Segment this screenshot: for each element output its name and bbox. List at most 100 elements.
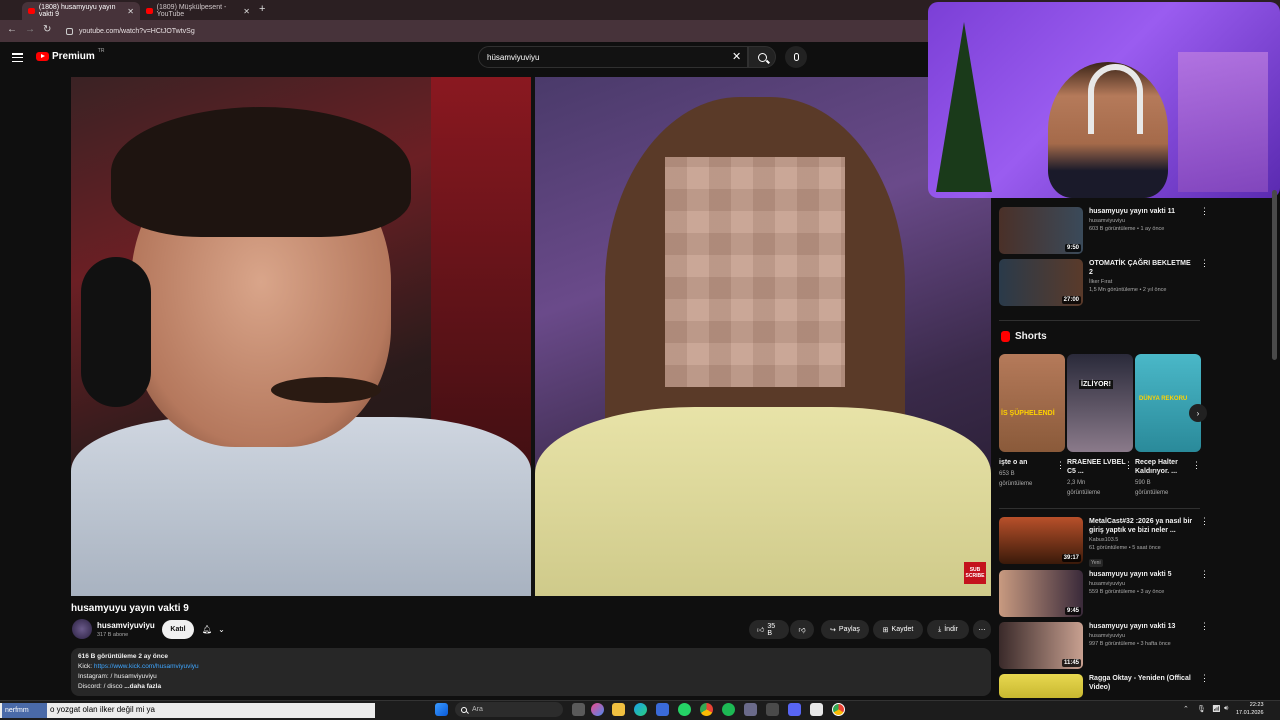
more-icon[interactable]: ⋮ (1200, 570, 1209, 617)
search-button[interactable] (748, 46, 776, 68)
share-button[interactable]: ↪ Paylaş (821, 620, 869, 639)
download-button[interactable]: ⤓ İndir (927, 620, 969, 639)
save-button[interactable]: ⊞ Kaydet (873, 620, 923, 639)
discord-line: Discord: / disco ...daha fazla (78, 683, 161, 690)
short-item[interactable]: İZLİYOR! RRAENEE LVBEL C5 ... 2,3 Mn gör… (1067, 354, 1133, 498)
more-icon[interactable]: ⋮ (1124, 460, 1133, 471)
subscribe-overlay[interactable]: SUB SCRIBE (964, 562, 986, 584)
recommendation-item[interactable]: 9:50 husamyuyu yayın vakti 11 husamviyuv… (999, 207, 1209, 254)
thumbnail[interactable]: 11:45 (999, 622, 1083, 669)
store-icon[interactable] (656, 703, 669, 716)
recommendation-item[interactable]: 27:00 OTOMATİK ÇAĞRI BEKLETME 2 İlker Fı… (999, 259, 1209, 306)
show-more-link[interactable]: ...daha fazla (124, 683, 161, 690)
menu-icon[interactable] (12, 53, 23, 62)
spotify-icon[interactable] (722, 703, 735, 716)
chrome-active-icon[interactable] (832, 703, 845, 716)
channel-name[interactable]: husamviyuviyu (97, 621, 155, 630)
more-icon[interactable]: ⋮ (1192, 460, 1201, 471)
recommendation-item[interactable]: 39:17 MetalCast#32 :2026 ya nasıl bir gi… (999, 517, 1209, 569)
youtube-premium-logo[interactable]: Premium TR (36, 48, 104, 62)
short-thumbnail[interactable]: İZLİYOR! (1067, 354, 1133, 452)
more-icon[interactable]: ⋮ (1056, 460, 1065, 471)
windows-start-icon[interactable] (435, 703, 448, 716)
settings-icon[interactable] (744, 703, 757, 716)
browser-tab[interactable]: (1809) Müşkülpesent - YouTube ✕ (140, 2, 256, 20)
tray-chevron-icon[interactable]: ⌃ (1183, 705, 1189, 713)
discord-icon[interactable] (788, 703, 801, 716)
mic-tray-icon[interactable]: 🎙︎ (1197, 705, 1206, 713)
forward-icon[interactable]: → (25, 24, 35, 35)
url-field[interactable]: youtube.com/watch?v=HCtJOTwtvSg (66, 24, 926, 38)
rec-channel[interactable]: husamviyuviyu (1089, 218, 1194, 224)
short-thumbnail[interactable]: DÜNYA REKORU (1135, 354, 1201, 452)
browser-tab-active[interactable]: (1808) husamyuyu yayın vakti 9 ✕ (22, 2, 140, 20)
notification-button[interactable]: 🔔︎ ⌄ (198, 620, 232, 639)
volume-icon[interactable]: 🔊︎ (1224, 705, 1228, 713)
app-icon[interactable] (766, 703, 779, 716)
instagram-line[interactable]: Instagram: / husamviyuviyu (78, 673, 157, 680)
clear-search-icon[interactable]: ✕ (732, 50, 741, 63)
close-tab-icon[interactable]: ✕ (127, 7, 134, 16)
rec-info: Ragga Oktay - Yeniden (Offical Video) (1089, 674, 1194, 698)
more-icon[interactable]: ⋮ (1200, 622, 1209, 669)
channel-avatar[interactable] (72, 619, 92, 639)
discord-text[interactable]: Discord: / disco (78, 683, 122, 690)
join-button[interactable]: Katıl (162, 620, 194, 639)
voice-search-button[interactable] (785, 46, 807, 68)
rec-title[interactable]: OTOMATİK ÇAĞRI BEKLETME 2 (1089, 259, 1194, 277)
like-button[interactable]: 👍︎ 35 B (749, 620, 789, 639)
task-view-icon[interactable] (572, 703, 585, 716)
thumbnail[interactable]: 27:00 (999, 259, 1083, 306)
short-thumbnail[interactable]: İS ŞÜPHELENDİ (999, 354, 1065, 452)
back-icon[interactable]: ← (7, 24, 17, 35)
file-explorer-icon[interactable] (612, 703, 625, 716)
rec-title[interactable]: MetalCast#32 :2026 ya nasıl bir giriş ya… (1089, 517, 1194, 535)
scrollbar[interactable] (1272, 190, 1277, 360)
obs-icon[interactable] (810, 703, 823, 716)
thumbnail[interactable]: 9:45 (999, 570, 1083, 617)
thumbnail[interactable]: 39:17 (999, 517, 1083, 564)
rec-channel[interactable]: İlker Fırat (1089, 279, 1194, 285)
webcam-overlay (928, 2, 1280, 198)
rec-title[interactable]: Ragga Oktay - Yeniden (Offical Video) (1089, 674, 1194, 692)
reload-icon[interactable]: ↻ (43, 24, 51, 35)
recommendation-item[interactable]: Ragga Oktay - Yeniden (Offical Video) ⋮ (999, 674, 1209, 698)
new-tab-icon[interactable]: + (259, 3, 265, 15)
rec-title[interactable]: husamyuyu yayın vakti 13 (1089, 622, 1194, 631)
video-player[interactable]: SUB SCRIBE (71, 77, 991, 596)
short-views-label: görüntüleme (1135, 490, 1169, 496)
shorts-next-icon[interactable]: › (1189, 404, 1207, 422)
more-icon[interactable]: ⋮ (1200, 207, 1209, 254)
wifi-icon[interactable]: 📶︎ (1212, 705, 1221, 713)
recommendation-item[interactable]: 11:45 husamyuyu yayın vakti 13 husamviyu… (999, 622, 1209, 669)
more-icon[interactable]: ⋮ (1200, 517, 1209, 569)
site-info-icon[interactable] (66, 27, 73, 35)
search-input[interactable]: hüsamviyuviyu (478, 46, 748, 68)
tab-label: (1808) husamyuyu yayın vakti 9 (38, 4, 116, 18)
thumbnail[interactable] (999, 674, 1083, 698)
rec-title[interactable]: husamyuyu yayın vakti 5 (1089, 570, 1194, 579)
save-label: Kaydet (891, 626, 914, 633)
rec-channel[interactable]: Kabus103.5 (1089, 537, 1194, 543)
copilot-icon[interactable] (591, 703, 604, 716)
short-item[interactable]: İS ŞÜPHELENDİ işte o an 653 B görüntülem… (999, 354, 1065, 489)
close-tab-icon[interactable]: ✕ (243, 7, 250, 16)
edge-icon[interactable] (634, 703, 647, 716)
short-overlay-text: İS ŞÜPHELENDİ (1001, 410, 1055, 417)
kick-link[interactable]: https://www.kick.com/husamviyuviyu (94, 663, 199, 670)
more-icon[interactable]: ⋮ (1200, 259, 1209, 306)
description-box[interactable] (71, 648, 991, 696)
clock[interactable]: 22:23 17.01.2026 (1236, 701, 1264, 717)
whatsapp-icon[interactable] (678, 703, 691, 716)
chrome-icon[interactable] (700, 703, 713, 716)
rec-channel[interactable]: husamviyuviyu (1089, 581, 1194, 587)
more-actions-button[interactable]: ⋯ (973, 620, 991, 639)
thumbnail[interactable]: 9:50 (999, 207, 1083, 254)
rec-title[interactable]: husamyuyu yayın vakti 11 (1089, 207, 1194, 216)
more-icon[interactable]: ⋮ (1200, 674, 1209, 698)
short-item[interactable]: DÜNYA REKORU Recep Halter Kaldırıyor. ..… (1135, 354, 1201, 498)
dislike-button[interactable]: 👎︎ (790, 620, 814, 639)
recommendation-item[interactable]: 9:45 husamyuyu yayın vakti 5 husamviyuvi… (999, 570, 1209, 617)
rec-channel[interactable]: husamviyuviyu (1089, 633, 1194, 639)
taskbar-search[interactable]: Ara (455, 702, 563, 717)
